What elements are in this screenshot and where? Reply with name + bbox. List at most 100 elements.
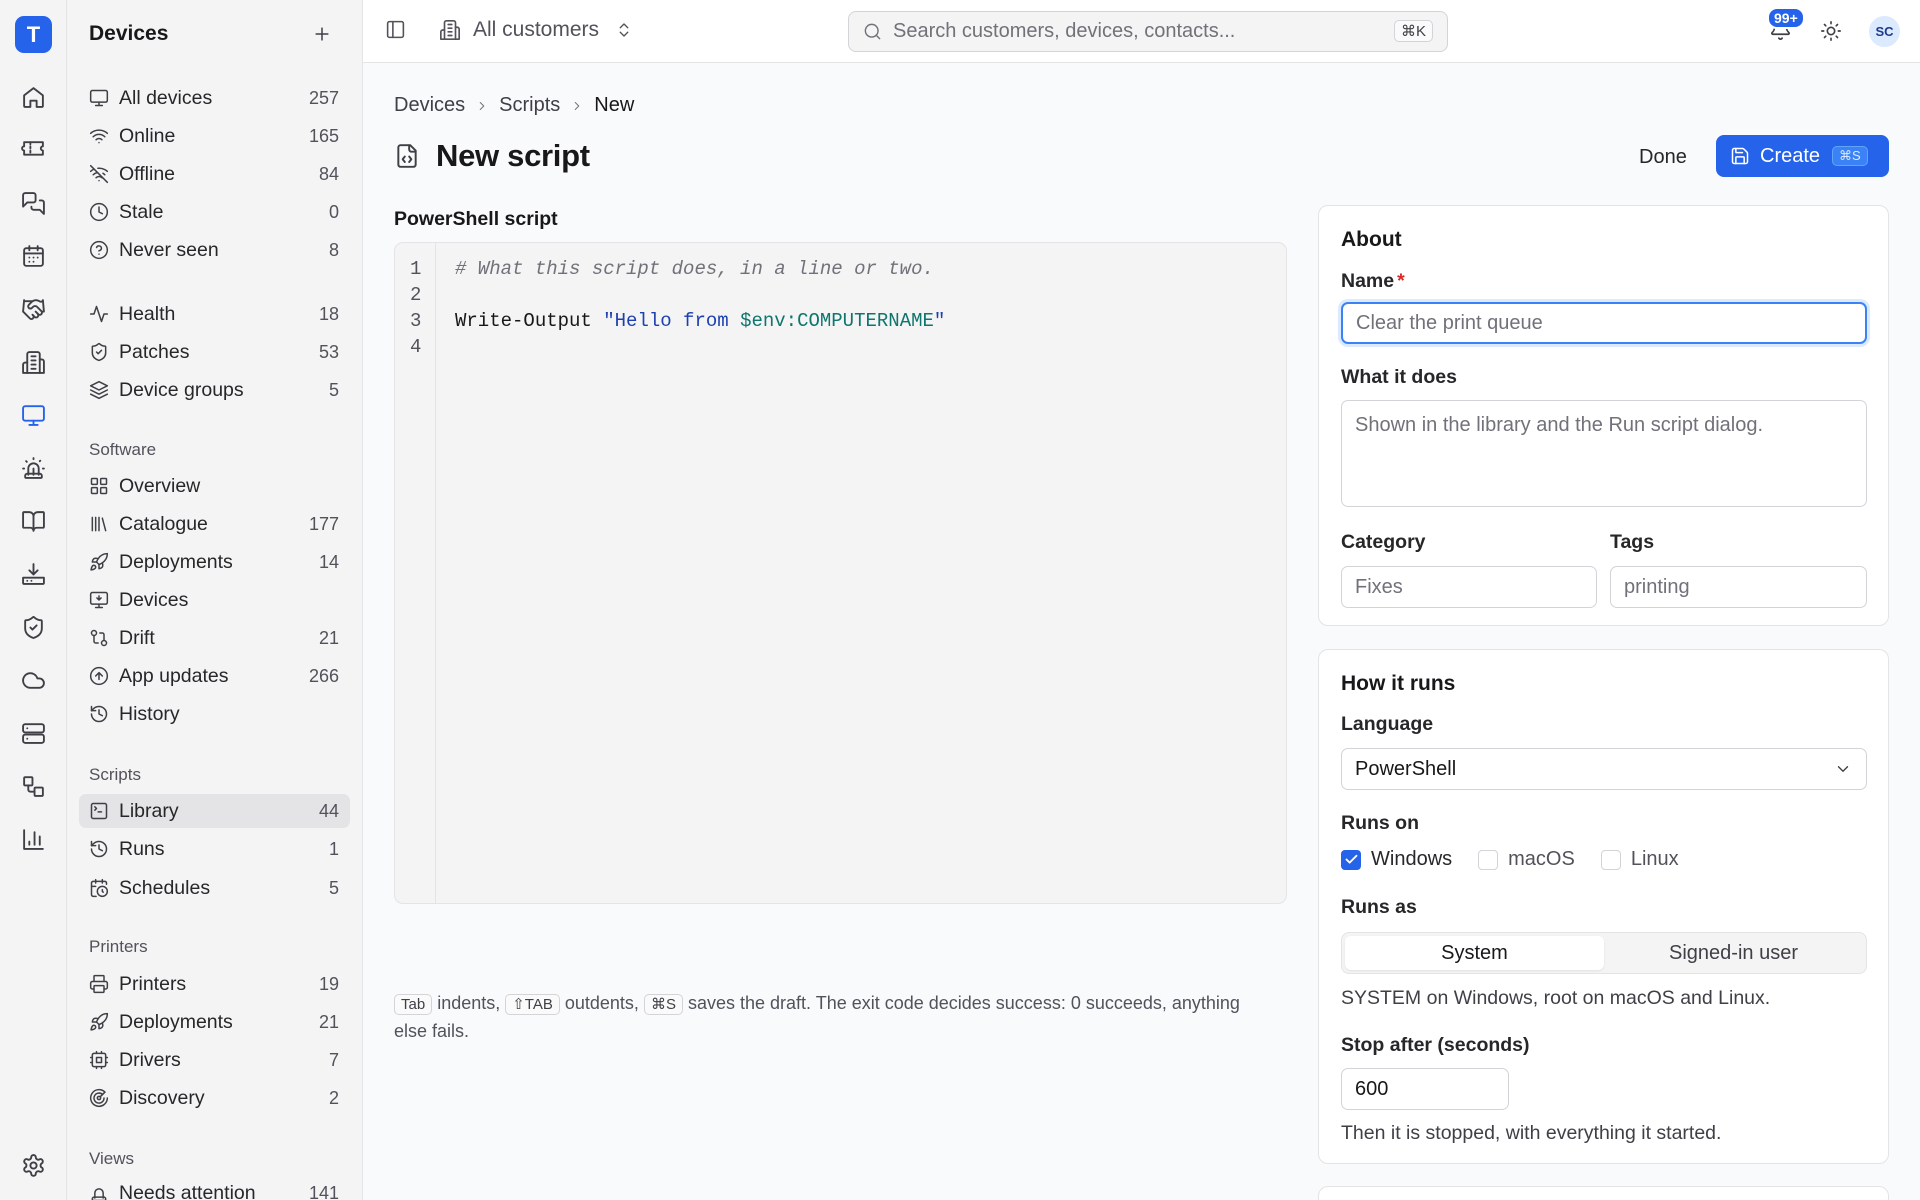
sidebar-item-all-devices[interactable]: All devices 257: [79, 81, 350, 115]
sidebar-item-label: Drivers: [119, 1048, 181, 1071]
category-input[interactable]: [1341, 566, 1597, 608]
clock-icon: [89, 202, 109, 222]
rail-building-icon[interactable]: [14, 343, 52, 381]
sidebar-item-count: 0: [328, 201, 339, 222]
linux-label[interactable]: Linux: [1631, 848, 1679, 871]
rail-cloud-icon[interactable]: [14, 661, 52, 699]
arrow-up-circle-icon: [89, 666, 109, 686]
sidebar-item-health[interactable]: Health 18: [79, 297, 350, 331]
rail-settings-icon[interactable]: [14, 1146, 52, 1184]
name-label: Name *: [1341, 270, 1405, 293]
sidebar-item-software-overview[interactable]: Overview: [79, 469, 350, 503]
rail-handshake-icon[interactable]: [14, 290, 52, 328]
rail-security-icon[interactable]: [14, 608, 52, 646]
sidebar-item-runs[interactable]: Runs 1: [79, 832, 350, 866]
done-button[interactable]: Done: [1625, 137, 1701, 177]
code-string-open: "Hello from: [603, 310, 741, 332]
add-device-button[interactable]: [309, 21, 335, 47]
linux-checkbox[interactable]: [1600, 849, 1621, 870]
breadcrumb-devices[interactable]: Devices: [394, 94, 465, 117]
rail-alerts-icon[interactable]: [14, 449, 52, 487]
sidebar-item-label: Drift: [119, 626, 155, 649]
sidebar-item-label: Library: [119, 799, 179, 822]
search-input[interactable]: [893, 20, 1373, 43]
rail-messages-icon[interactable]: [14, 184, 52, 222]
next-card: [1318, 1186, 1889, 1200]
what-it-does-textarea[interactable]: [1341, 400, 1867, 507]
sidebar-item-schedules[interactable]: Schedules 5: [79, 871, 350, 905]
stop-after-input[interactable]: [1341, 1068, 1509, 1110]
create-button[interactable]: Create ⌘S: [1716, 135, 1889, 177]
sidebar-item-count: 7: [328, 1049, 339, 1070]
windows-checkbox[interactable]: [1341, 849, 1361, 870]
sidebar-item-never-seen[interactable]: Never seen 8: [79, 233, 350, 267]
rail-knowledge-icon[interactable]: [14, 502, 52, 540]
file-code-icon: [397, 144, 417, 168]
sidebar-item-count: 21: [318, 627, 339, 648]
customer-switcher[interactable]: All customers: [439, 18, 633, 42]
editor-hint: Tab indents, ⇧TAB outdents, ⌘S saves the…: [394, 990, 1274, 1045]
sidebar-item-label: All devices: [119, 86, 213, 109]
macos-checkbox[interactable]: [1478, 849, 1499, 870]
chevron-down-icon: [1837, 766, 1849, 772]
about-title: About: [1341, 228, 1402, 251]
sidebar-item-online[interactable]: Online 165: [79, 119, 350, 153]
chevron-right-icon: [479, 101, 485, 110]
sidebar-item-printers[interactable]: Printers 19: [79, 967, 350, 1001]
sidebar-item-label: Offline: [119, 162, 176, 185]
sidebar-item-offline[interactable]: Offline 84: [79, 157, 350, 191]
sidebar-item-drift[interactable]: Drift 21: [79, 621, 350, 655]
rail-servers-icon[interactable]: [14, 714, 52, 752]
sidebar-item-printer-deployments[interactable]: Deployments 21: [79, 1005, 350, 1039]
create-shortcut: ⌘S: [1832, 146, 1868, 166]
rail-tickets-icon[interactable]: [14, 131, 52, 169]
breadcrumb-scripts[interactable]: Scripts: [499, 94, 560, 117]
sidebar-item-drivers[interactable]: Drivers 7: [79, 1043, 350, 1077]
code-command: Write-Output: [455, 310, 604, 332]
rail-deploy-icon[interactable]: [14, 555, 52, 593]
sidebar-item-library[interactable]: Library 44: [79, 794, 350, 828]
page-header: New script: [394, 138, 590, 174]
sidebar-item-patches[interactable]: Patches 53: [79, 335, 350, 369]
app-logo[interactable]: T: [15, 16, 52, 53]
rail-reports-icon[interactable]: [14, 820, 52, 858]
runs-as-segmented: System Signed-in user: [1341, 932, 1867, 974]
sidebar-item-device-groups[interactable]: Device groups 5: [79, 373, 350, 407]
history-icon: [90, 705, 108, 723]
terminal-square-icon: [90, 802, 108, 820]
line-number: 3: [410, 310, 422, 332]
macos-label[interactable]: macOS: [1508, 848, 1575, 871]
theme-toggle-sun-icon[interactable]: [1820, 20, 1842, 42]
sidebar-item-label: App updates: [119, 664, 229, 687]
how-it-runs-card: How it runs Language PowerShell Runs on …: [1318, 649, 1889, 1164]
global-search[interactable]: ⌘K: [848, 11, 1448, 52]
sidebar-item-software-deployments[interactable]: Deployments 14: [79, 545, 350, 579]
sidebar-item-label: History: [119, 702, 180, 725]
user-avatar[interactable]: SC: [1869, 16, 1900, 47]
editor-gutter: 1 2 3 4: [395, 243, 436, 903]
customer-switcher-label: All customers: [473, 18, 600, 41]
sidebar-item-software-history[interactable]: History: [79, 697, 350, 731]
sidebar-item-catalogue[interactable]: Catalogue 177: [79, 507, 350, 541]
rail-integrations-icon[interactable]: [14, 767, 52, 805]
alert-icon: [91, 1188, 107, 1200]
rail-devices-icon[interactable]: [14, 396, 52, 434]
runs-as-system[interactable]: System: [1345, 936, 1604, 970]
sidebar-section-printers: Printers: [89, 937, 148, 956]
language-select[interactable]: PowerShell: [1341, 748, 1867, 790]
sidebar-item-app-updates[interactable]: App updates 266: [79, 659, 350, 693]
script-editor[interactable]: 1 2 3 4 # What this script does, in a li…: [394, 242, 1287, 904]
rail-home-icon[interactable]: [14, 78, 52, 116]
windows-label[interactable]: Windows: [1371, 848, 1452, 871]
name-input[interactable]: [1341, 302, 1867, 344]
sidebar-item-discovery[interactable]: Discovery 2: [79, 1081, 350, 1115]
runs-as-label: Runs as: [1341, 896, 1417, 918]
runs-as-signed-in-user[interactable]: Signed-in user: [1604, 936, 1863, 970]
rail-calendar-icon[interactable]: [14, 237, 52, 275]
sidebar-item-needs-attention[interactable]: Needs attention 141: [79, 1176, 350, 1200]
breadcrumb-current: New: [594, 94, 635, 116]
toggle-sidebar-icon[interactable]: [385, 19, 406, 40]
tags-input[interactable]: [1610, 566, 1867, 608]
sidebar-item-stale[interactable]: Stale 0: [79, 195, 350, 229]
sidebar-item-software-devices[interactable]: Devices: [79, 583, 350, 617]
